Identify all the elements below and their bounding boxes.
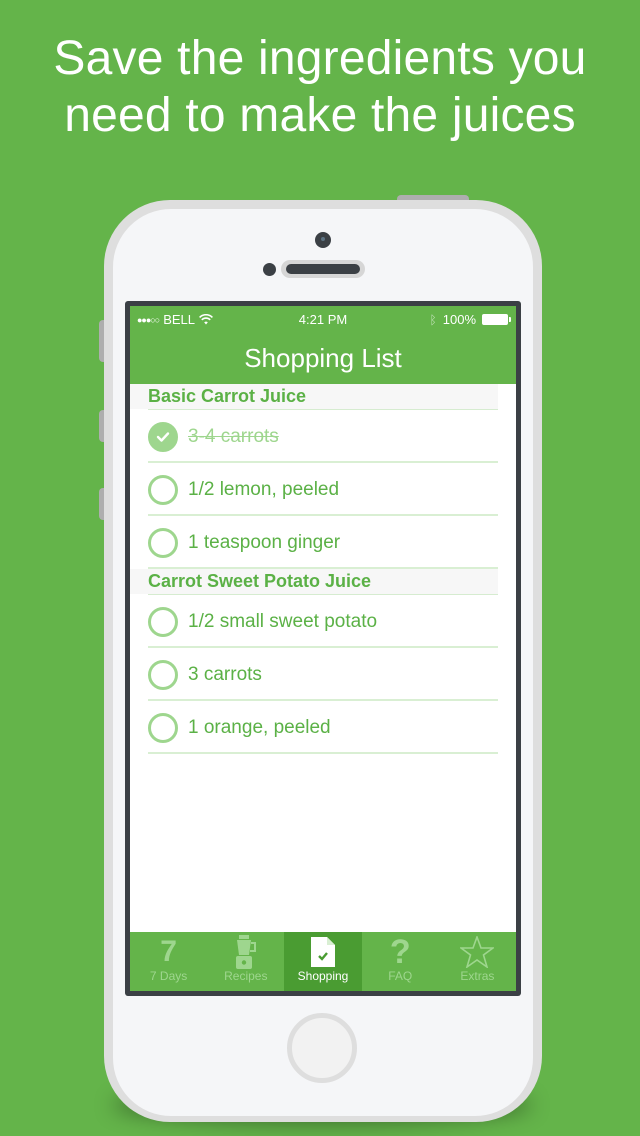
item-label: 1 orange, peeled <box>188 716 331 738</box>
checkbox-icon[interactable] <box>148 474 178 505</box>
navigation-bar: Shopping List <box>130 334 516 384</box>
checkbox-icon[interactable] <box>148 421 178 452</box>
section-header: Basic Carrot Juice <box>130 384 498 410</box>
seven-icon: 7 <box>160 935 177 968</box>
bluetooth-icon: ᛒ <box>429 312 437 327</box>
checkbox-icon[interactable] <box>148 527 178 558</box>
tab-label: 7 Days <box>149 969 188 983</box>
battery-percent: 100% <box>442 312 476 327</box>
headline-line-2: need to make the juices <box>64 89 576 142</box>
tab-extras[interactable]: Extras <box>439 932 516 991</box>
item-label: 1 teaspoon ginger <box>188 531 341 553</box>
tab-label: Shopping <box>297 969 349 983</box>
item-label: 3 carrots <box>188 663 262 685</box>
blender-icon <box>235 935 256 969</box>
proximity-sensor <box>263 263 276 276</box>
checkbox-icon[interactable] <box>148 659 178 690</box>
checkbox-icon[interactable] <box>148 606 178 637</box>
tab-7-days[interactable]: 7 7 Days <box>130 932 207 991</box>
tab-label: Recipes <box>224 969 268 983</box>
earpiece-speaker <box>281 260 365 278</box>
list-item[interactable]: 1 teaspoon ginger <box>130 516 516 569</box>
checkbox-icon[interactable] <box>148 712 178 743</box>
tab-shopping[interactable]: Shopping <box>284 932 362 991</box>
tab-recipes[interactable]: Recipes <box>207 932 284 991</box>
tab-label: Extras <box>460 969 495 983</box>
status-bar: ●●●○○ BELL 4:21 PM ᛒ 100% <box>130 306 516 334</box>
item-label: 3-4 carrots <box>188 425 279 447</box>
shopping-list: Basic Carrot Juice 3-4 carrots 1/2 lemon… <box>130 384 516 754</box>
list-item[interactable]: 3-4 carrots <box>130 410 516 463</box>
item-label: 1/2 small sweet potato <box>188 610 378 632</box>
checklist-document-icon <box>311 937 335 967</box>
page-title: Shopping List <box>244 343 402 373</box>
home-button[interactable] <box>287 1013 357 1083</box>
section-header: Carrot Sweet Potato Juice <box>130 569 498 595</box>
list-item[interactable]: 1/2 small sweet potato <box>130 595 516 648</box>
tab-faq[interactable]: ? FAQ <box>362 932 439 991</box>
app-screen: ●●●○○ BELL 4:21 PM ᛒ 100% Shopping List … <box>130 306 516 991</box>
star-icon <box>460 936 495 968</box>
list-item[interactable]: 1 orange, peeled <box>130 701 516 754</box>
tab-bar: 7 7 Days Recipes Shopping ? FAQ Extras <box>130 932 516 991</box>
list-item[interactable]: 1/2 lemon, peeled <box>130 463 516 516</box>
question-icon: ? <box>389 932 411 971</box>
battery-icon <box>482 314 511 325</box>
headline-line-1: Save the ingredients you <box>53 32 587 85</box>
list-item[interactable]: 3 carrots <box>130 648 516 701</box>
item-label: 1/2 lemon, peeled <box>188 478 340 500</box>
tab-label: FAQ <box>388 969 413 983</box>
front-camera <box>315 232 331 248</box>
headline: Save the ingredients you need to make th… <box>0 30 640 144</box>
